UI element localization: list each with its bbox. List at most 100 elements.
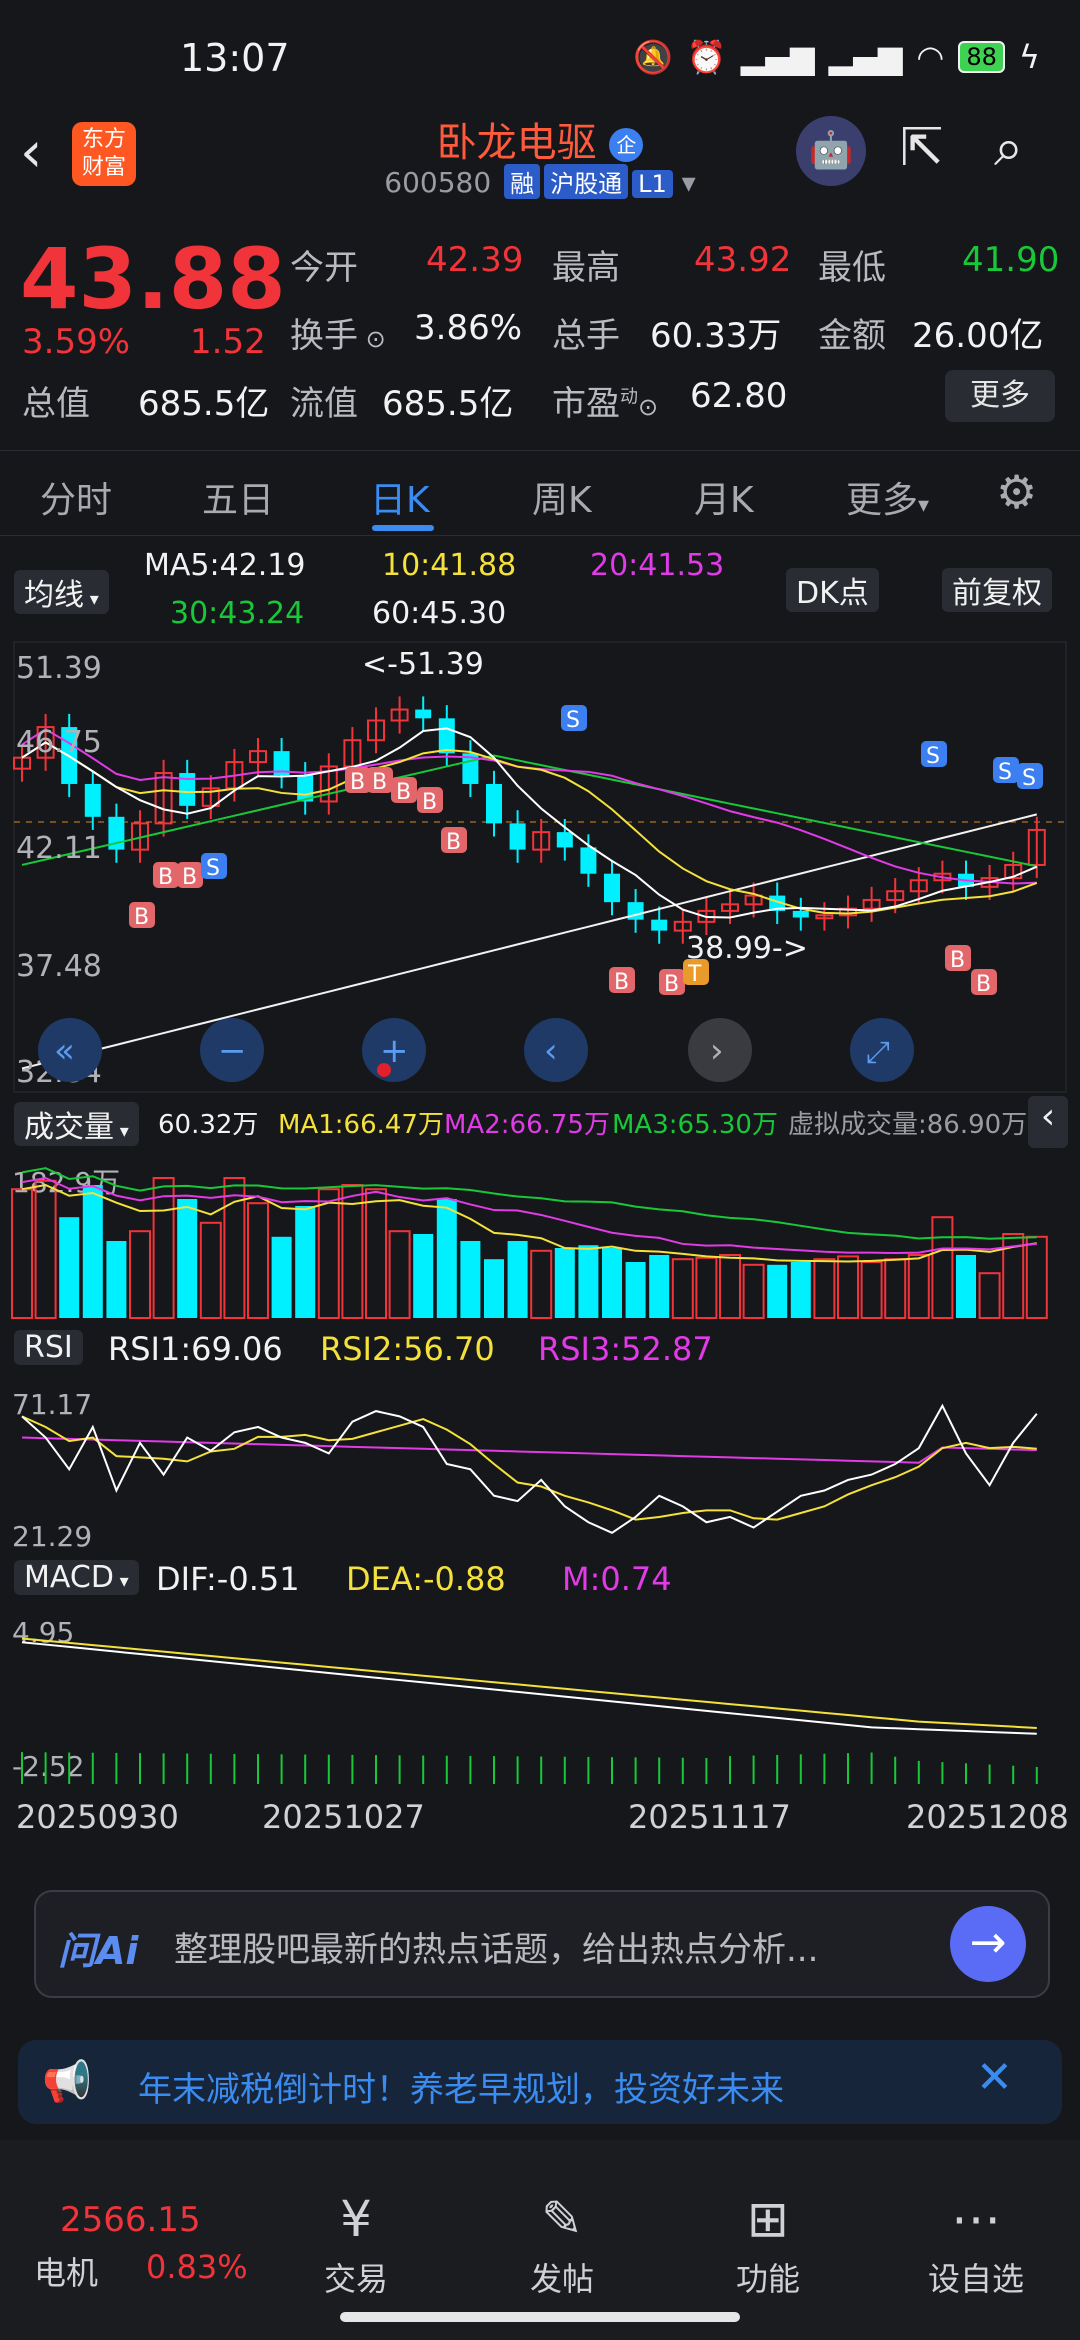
nav-add-watchlist[interactable]: ⋯ 设自选 [916,2190,1036,2300]
rsi-selector[interactable]: RSI [14,1330,83,1365]
trade-marker-label: B [158,865,173,890]
volume-bar [931,1216,954,1319]
volume-bar [11,1188,33,1320]
margin-tag: 融 [504,164,541,199]
tab-intraday[interactable]: 分时 [40,471,112,523]
collapse-arrow-icon[interactable]: ‹ [1028,1096,1068,1148]
macd-chart: 4.95 -2.52 [12,1616,1038,1784]
candle-body [415,709,432,719]
quote-panel: 43.88 3.59% 1.52 今开 42.39 最高 43.92 最低 41… [0,210,1080,440]
volume-bar [507,1241,528,1318]
volume-bar [365,1188,387,1320]
home-indicator [340,2312,740,2322]
low-label: 最低 [818,248,886,288]
volume-bar [152,1177,175,1319]
volume-bar [106,1241,127,1318]
volume-selector[interactable]: 成交量 ▾ [14,1102,139,1146]
candle-body [438,718,455,754]
vol-ma1: MA1:66.47万 [278,1110,444,1140]
nav-post[interactable]: ✎ 发帖 [502,2190,622,2300]
volume-bar [129,1230,151,1319]
change-amount: 1.52 [190,322,266,362]
volume-bar [460,1241,481,1318]
scroll-right-glyph: › [710,1031,724,1071]
ai-prompt-text: 整理股吧最新的热点话题，给出热点分析... [174,1930,819,1970]
tab-more[interactable]: 更多▾ [846,471,929,523]
volume-bar [177,1199,198,1318]
candle-body [580,847,597,874]
settings-gear-icon[interactable]: ⚙ [996,465,1037,519]
tab-5day[interactable]: 五日 [202,471,274,523]
macd-selector[interactable]: MACD ▾ [14,1560,139,1595]
x-date-1: 20250930 [16,1798,179,1836]
amount-label: 金额 [818,316,886,356]
ma-selector[interactable]: 均线 ▾ [14,570,109,614]
trade-marker-label: S [926,744,940,769]
ma60-value: 60:45.30 [372,596,507,631]
bottom-nav: 2566.15 电机 0.83% ¥ 交易 ✎ 发帖 ⊞ 功能 ⋯ 设自选 [0,2140,1080,2340]
volume-bar [413,1234,434,1318]
volume-bar [649,1255,670,1318]
more-button[interactable]: 更多 [945,370,1055,422]
y-label-1: 51.39 [16,651,102,686]
close-icon[interactable]: ✕ [976,2052,1013,2103]
notice-banner[interactable]: 📢 年末减税倒计时！养老早规划，投资好未来 ✕ [18,2040,1062,2124]
high-label: 最高 [552,248,620,288]
trade-marker-label: B [350,770,365,795]
volume-bar [742,1263,765,1320]
rsi3-value: RSI3:52.87 [538,1330,713,1368]
candle-body [84,783,101,817]
ma30-value: 30:43.24 [170,596,305,631]
dk-points-button[interactable]: DK点 [786,568,879,612]
send-arrow-icon[interactable]: → [950,1906,1026,1982]
volume-bar [837,1255,859,1319]
volume-bar [59,1217,80,1318]
connect-tag: 沪股通 [544,164,629,199]
tab-monthly-k[interactable]: 月K [694,471,754,523]
zoom-dot [377,1063,391,1077]
tab-weekly-k[interactable]: 周K [532,471,592,523]
trade-marker-label: T [687,962,702,987]
kline-chart[interactable]: 51.39 46.75 42.11 37.48 32.84 <-51.39 38… [0,640,1080,1100]
stock-code: 600580 [384,166,492,199]
nav-trade[interactable]: ¥ 交易 [296,2190,416,2300]
trade-marker-label: B [950,948,965,973]
status-icons: 🔕 ⏰ ▂▄▆ ▂▄▆ ◠ 88 ϟ [633,38,1040,76]
volume-bar [978,1272,1001,1319]
charging-icon: ϟ [1018,38,1040,76]
volume-bar [860,1261,883,1319]
candle-body [792,910,809,918]
volume-bar [484,1259,504,1318]
trade-marker-label: S [206,856,220,881]
ma20-line [21,728,1037,885]
volume-bar [790,1262,811,1318]
index-name[interactable]: 电机 [34,2248,98,2294]
amount-value: 26.00亿 [912,316,1044,356]
edit-icon: ✎ [541,2190,583,2248]
ai-ask-box[interactable]: 问Ai 整理股吧最新的热点话题，给出热点分析... → [34,1890,1050,1998]
zoom-out-icon-glyph: − [218,1031,247,1071]
volume-bar [317,1188,340,1320]
tab-daily-k[interactable]: 日K [370,471,430,523]
pe-label: 市盈动⊙ [552,384,659,424]
volume-bar [199,1221,222,1319]
volume-label: 总手 [552,316,620,356]
active-tab-indicator [372,525,434,531]
trade-marker-label: S [566,708,580,733]
volume-bar [907,1254,930,1319]
adjust-button[interactable]: 前复权 [942,568,1052,612]
volume-bar [554,1248,575,1318]
volume-bar [578,1245,599,1318]
volume-bar [671,1258,694,1319]
alarm-icon: ⏰ [686,38,727,76]
volume-bar [247,1202,269,1320]
trade-icon: ¥ [340,2190,372,2248]
macd-histogram [21,1752,1038,1784]
volume-bar [625,1262,646,1318]
x-date-4: 20251208 [906,1798,1069,1836]
dropdown-icon[interactable]: ▾ [682,166,696,199]
robot-assistant-icon[interactable]: 🤖 [796,116,866,186]
search-icon[interactable]: ⌕ [994,118,1023,179]
nav-features[interactable]: ⊞ 功能 [708,2190,828,2300]
share-icon[interactable]: ⇱ [900,118,944,178]
